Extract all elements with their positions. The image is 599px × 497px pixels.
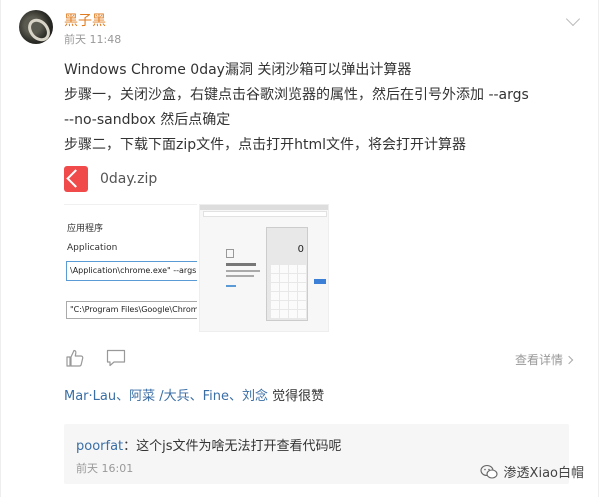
shot2-text-line — [226, 270, 260, 272]
likers-names[interactable]: Mar·Lau、阿菜 /大兵、Fine、刘念 — [64, 389, 268, 404]
zip-file-icon — [64, 166, 88, 192]
post-line-4: 步骤二，下载下面zip文件，点击打开html文件，将会打开计算器 — [64, 137, 467, 153]
comment-body: poorfat：这个js文件为啥无法打开查看代码呢 — [76, 435, 342, 454]
shot2-blue-button — [314, 279, 326, 284]
post-username[interactable]: 黑子黑 — [64, 10, 106, 30]
comment-icon[interactable] — [106, 349, 126, 367]
shot1-start-field: "C:\Program Files\Google\Chrome\ — [66, 301, 197, 319]
attachment[interactable]: 0day.zip — [64, 164, 157, 194]
view-details-link[interactable]: 查看详情 — [514, 351, 574, 368]
shot1-target-field: \Application\chrome.exe" --args -- — [66, 261, 197, 281]
user-avatar[interactable] — [19, 10, 53, 44]
post-line-2: 步骤一，关闭沙盒，右键点击谷歌浏览器的属性，然后在引号外添加 --args — [64, 87, 529, 103]
watermark: 渗透Xiao白帽 — [479, 462, 584, 481]
post-line-1: Windows Chrome 0day漏洞 关闭沙箱可以弹出计算器 — [64, 62, 412, 78]
chevron-down-icon[interactable] — [565, 11, 581, 27]
view-details-label: 查看详情 — [514, 353, 563, 367]
screenshot-image-calculator[interactable]: 0 — [199, 204, 329, 332]
likes-line: Mar·Lau、阿菜 /大兵、Fine、刘念 觉得很赞 — [64, 385, 324, 404]
post-content: Windows Chrome 0day漏洞 关闭沙箱可以弹出计算器 步骤一，关闭… — [64, 58, 584, 158]
comment-username[interactable]: poorfat — [76, 439, 123, 454]
wechat-icon — [479, 464, 498, 479]
shot2-browser-bar — [200, 205, 328, 210]
shot2-text-line — [226, 275, 254, 277]
screenshot-image-properties[interactable]: 应用程序 Application \Application\chrome.exe… — [64, 204, 197, 332]
likes-suffix: 觉得很赞 — [268, 389, 325, 404]
shot1-label-app-cn: 应用程序 — [67, 224, 104, 234]
shot1-label-app-en: Application — [67, 243, 118, 253]
shot2-page-icon — [226, 249, 234, 258]
shot2-url-bar — [203, 211, 327, 217]
attachment-name[interactable]: 0day.zip — [100, 171, 157, 187]
shot2-calculator-window: 0 — [266, 227, 308, 321]
post-time: 前天 11:48 — [64, 33, 122, 46]
shot2-link-line — [226, 285, 236, 287]
shot2-text-line — [226, 263, 256, 266]
shot2-calculator-keys — [270, 264, 306, 318]
shot2-calculator-display: 0 — [297, 244, 304, 255]
thumbs-up-icon[interactable] — [66, 349, 84, 367]
comment-text: ：这个js文件为啥无法打开查看代码呢 — [123, 439, 342, 454]
post-card: 黑子黑 前天 11:48 Windows Chrome 0day漏洞 关闭沙箱可… — [0, 0, 599, 497]
chevron-right-icon — [564, 355, 574, 365]
comment-time: 前天 16:01 — [76, 462, 134, 475]
post-actions: 查看详情 — [64, 347, 574, 369]
watermark-text: 渗透Xiao白帽 — [503, 466, 584, 481]
post-line-3: --no-sandbox 然后点确定 — [64, 112, 231, 128]
